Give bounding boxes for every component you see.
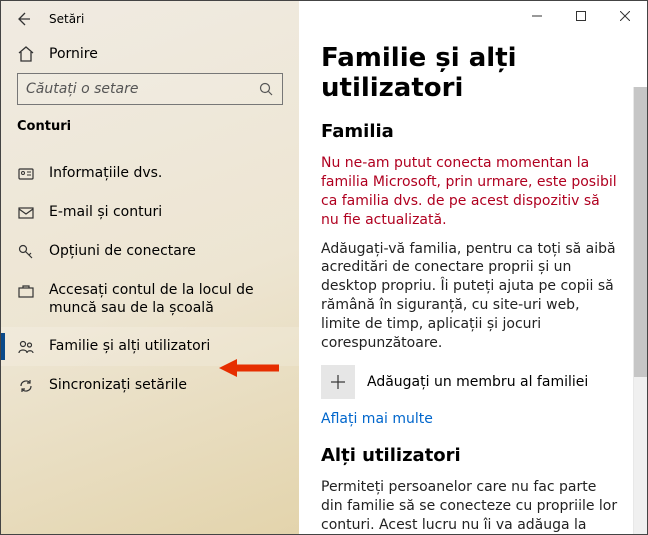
scrollbar[interactable] — [633, 87, 647, 534]
scrollbar-thumb[interactable] — [634, 87, 647, 377]
annotation-arrow-icon — [219, 356, 281, 380]
close-button[interactable] — [603, 1, 647, 31]
id-card-icon — [17, 165, 35, 183]
family-heading: Familia — [321, 121, 629, 142]
others-heading: Alți utilizatori — [321, 445, 629, 466]
nav-label: Sincronizați setările — [49, 376, 187, 394]
nav-label: Informațiile dvs. — [49, 164, 162, 182]
nav-label: E-mail și conturi — [49, 203, 162, 221]
titlebar: Setări — [1, 1, 299, 37]
sync-icon — [17, 377, 35, 395]
window-controls — [515, 1, 647, 31]
search-box[interactable] — [17, 73, 283, 105]
family-body: Adăugați-vă familia, pentru ca toți să a… — [321, 240, 621, 353]
nav-item-email[interactable]: E-mail și conturi — [1, 193, 299, 232]
search-input[interactable] — [26, 81, 259, 97]
mail-icon — [17, 204, 35, 222]
add-family-label: Adăugați un membru al familiei — [367, 374, 588, 390]
category-header: Conturi — [1, 119, 299, 142]
sidebar: Setări Pornire Conturi Informațiile dvs.… — [1, 1, 299, 534]
add-family-member-button[interactable]: Adăugați un membru al familiei — [321, 365, 629, 399]
arrow-left-icon — [15, 11, 31, 27]
minimize-button[interactable] — [515, 1, 559, 31]
nav-label: Opțiuni de conectare — [49, 242, 196, 260]
search-icon — [259, 82, 274, 97]
others-body: Permiteți persoanelor care nu fac parte … — [321, 478, 621, 534]
plus-icon — [321, 365, 355, 399]
nav-item-work[interactable]: Accesați contul de la locul de muncă sau… — [1, 271, 299, 327]
nav-label: Accesați contul de la locul de muncă sau… — [49, 281, 283, 317]
nav-label: Familie și alți utilizatori — [49, 337, 210, 355]
family-warning: Nu ne-am putut conecta momentan la famil… — [321, 154, 621, 230]
briefcase-icon — [17, 282, 35, 300]
learn-more-link[interactable]: Aflați mai multe — [321, 411, 629, 427]
nav-item-your-info[interactable]: Informațiile dvs. — [1, 154, 299, 193]
home-link[interactable]: Pornire — [1, 37, 299, 73]
maximize-button[interactable] — [559, 1, 603, 31]
window-title: Setări — [49, 12, 84, 26]
back-button[interactable] — [13, 9, 33, 29]
page-title: Familie și alți utilizatori — [321, 43, 629, 103]
content-pane: Familie și alți utilizatori Familia Nu n… — [299, 1, 647, 534]
home-label: Pornire — [49, 46, 98, 62]
key-icon — [17, 243, 35, 261]
people-icon — [17, 338, 35, 356]
nav-item-signin[interactable]: Opțiuni de conectare — [1, 232, 299, 271]
home-icon — [17, 45, 35, 63]
